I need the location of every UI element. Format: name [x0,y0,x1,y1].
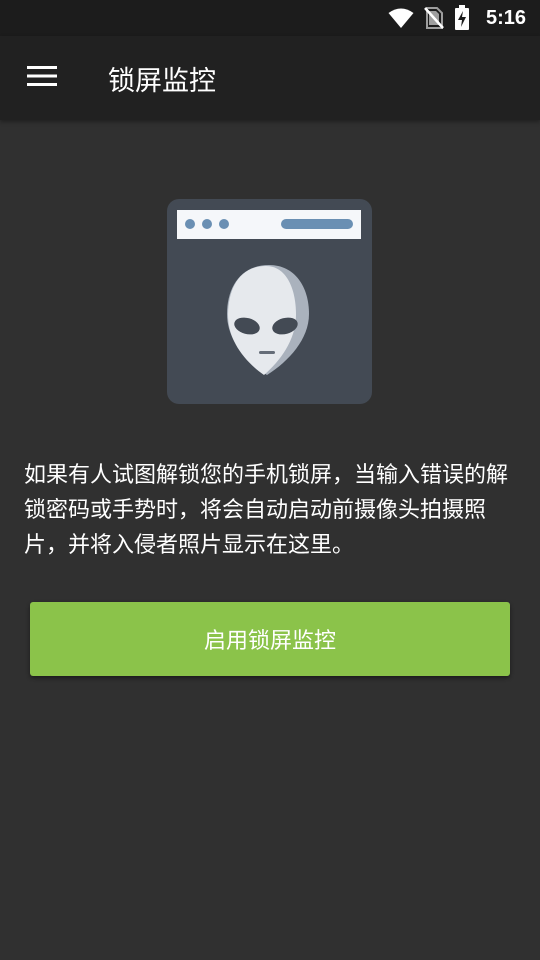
app-toolbar: 锁屏监控 [0,36,540,120]
page-title: 锁屏监控 [108,65,216,97]
status-time: 5:16 [485,6,526,29]
menu-icon [27,65,57,91]
description-text: 如果有人试图解锁您的手机锁屏，当输入错误的解锁密码或手势时，将会自动启动前摄像头… [24,463,509,558]
no-sim-icon [424,6,444,30]
wifi-icon [388,7,414,29]
status-bar: 5:16 [0,0,540,36]
battery-charging-icon [454,5,470,31]
enable-monitoring-button[interactable]: 启用锁屏监控 [30,602,510,676]
alien-browser-illustration [167,199,372,404]
menu-button[interactable] [0,36,84,120]
